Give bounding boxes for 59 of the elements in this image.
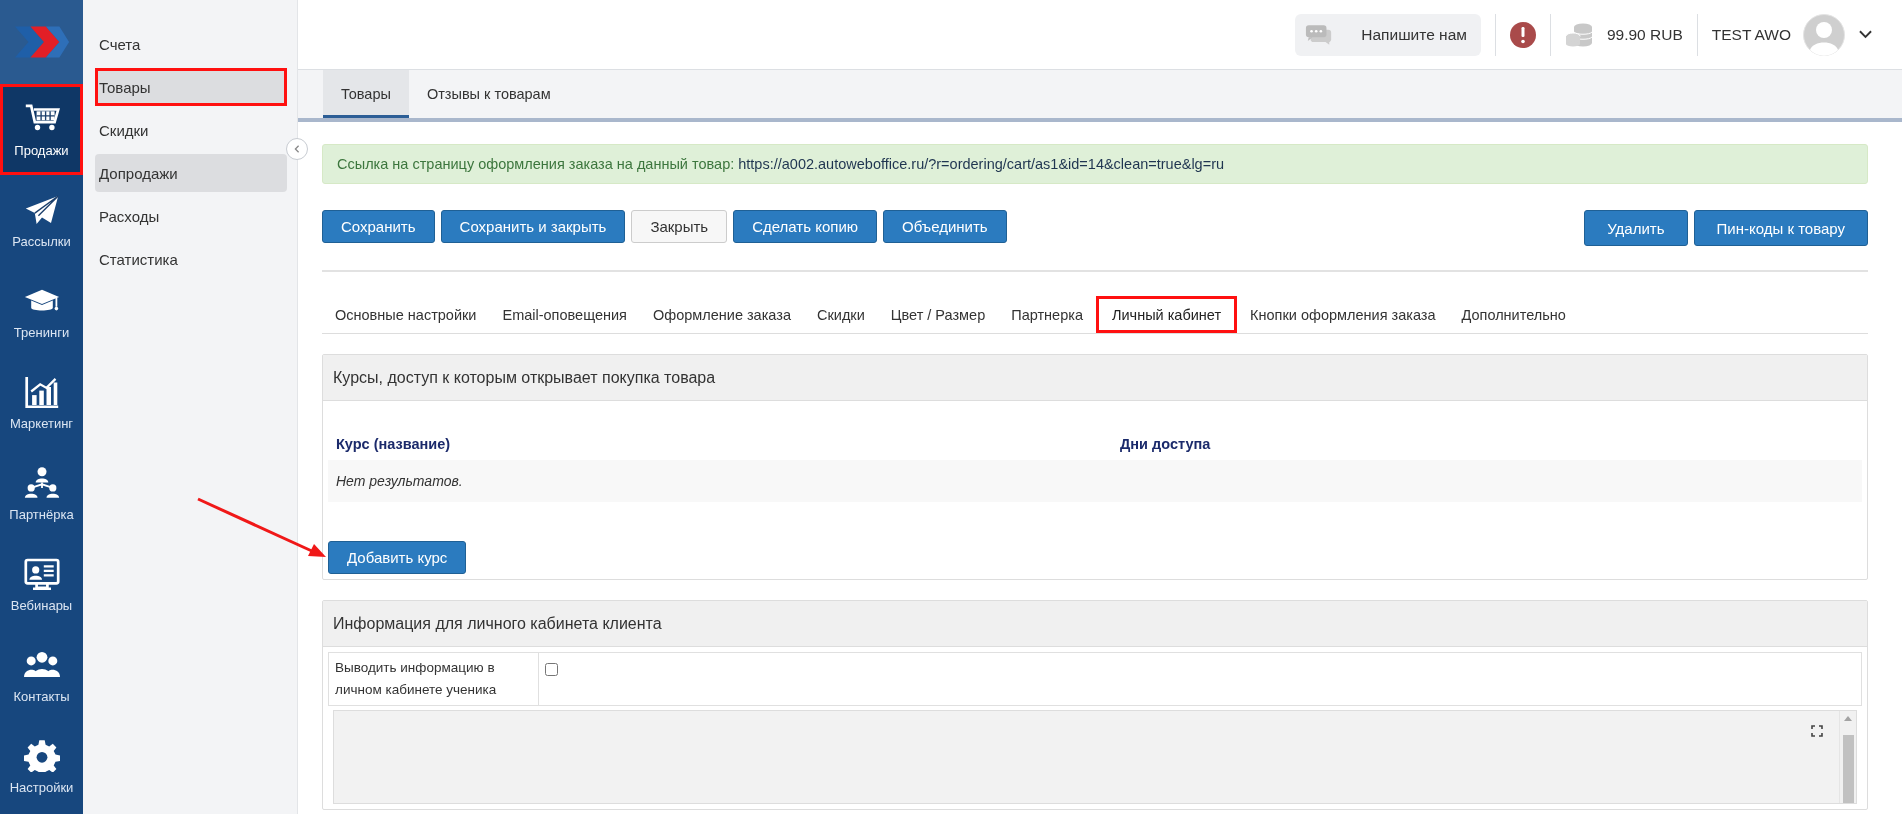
section-tab[interactable]: Оформление заказа [639, 296, 804, 333]
avatar-icon [1803, 13, 1845, 56]
nav-item[interactable]: Продажи [0, 84, 83, 175]
chevron-left-icon [293, 145, 301, 153]
scrollbar[interactable] [1839, 711, 1856, 803]
nav-item[interactable]: Контакты [0, 630, 83, 721]
settings-icon [23, 738, 60, 772]
add-course-button[interactable]: Добавить курс [328, 541, 467, 574]
empty-table-row: Нет результатов. [328, 460, 1862, 502]
section-tab[interactable]: Партнерка [998, 296, 1096, 333]
option-label: Выводить информацию в личном кабинете ученика [329, 653, 539, 705]
nav-item[interactable]: Тренинги [0, 266, 83, 357]
section-tab[interactable]: Личный кабинет [1095, 296, 1238, 333]
nav-item[interactable]: Маркетинг [0, 357, 83, 448]
action-button[interactable]: Сделать копию [733, 210, 878, 243]
scroll-up-icon [1844, 715, 1852, 721]
section-tab[interactable]: Основные настройки [322, 296, 490, 333]
column-header: Курс (название) [336, 436, 452, 452]
section-tab[interactable]: Дополнительно [1448, 296, 1579, 333]
action-button[interactable]: Объединить [883, 210, 1007, 243]
chat-bubbles-icon [1305, 24, 1334, 45]
page-tab[interactable]: Товары [323, 70, 409, 118]
submenu-item[interactable]: Расходы [95, 197, 287, 235]
section-tab[interactable]: Цвет / Размер [877, 296, 999, 333]
people-network-icon [23, 465, 60, 499]
submenu-item[interactable]: Допродажи [95, 154, 287, 192]
submenu-item[interactable]: Товары [95, 68, 287, 106]
action-button[interactable]: Пин-коды к товару [1693, 210, 1868, 246]
collapse-toggle[interactable] [286, 138, 308, 160]
order-page-link[interactable]: https://a002.autoweboffice.ru/?r=ordering/cart/as1&id=14&clean=true&lg=ru [738, 156, 1225, 172]
nav-item[interactable]: Настройки [0, 721, 83, 812]
action-button[interactable]: Закрыть [631, 210, 728, 243]
chat-button[interactable]: Напишите нам [1295, 13, 1481, 56]
order-link-alert: Ссылка на страницу оформления заказа на данный товар: https://a002.autoweboffice.ru/?r=ordering/cart/as1&id=14&clean=true&lg=ru [322, 144, 1868, 184]
balance-amount: 99.90 RUB [1606, 25, 1683, 44]
column-header: Дни доступа [1120, 436, 1212, 452]
presentation-screen-icon [23, 556, 60, 590]
panel-heading: Курсы, доступ к которым открывает покупка товара [323, 355, 1867, 401]
nav-item[interactable]: Вебинары [0, 539, 83, 630]
bar-chart-icon [23, 374, 60, 408]
action-button[interactable]: Сохранить [322, 210, 435, 243]
page-tab[interactable]: Отзывы к товарам [408, 70, 569, 118]
nav-item[interactable]: Партнёрка [0, 448, 83, 539]
action-button[interactable]: Сохранить и закрыть [440, 210, 626, 243]
coins-icon [1564, 22, 1593, 47]
alert-icon [1509, 21, 1536, 48]
section-tab[interactable]: Кнопки оформления заказа [1237, 296, 1449, 333]
fullscreen-icon [1811, 725, 1823, 737]
submenu-item[interactable]: Счета [95, 25, 287, 63]
checkbox[interactable] [545, 663, 558, 676]
panel-heading: Информация для личного кабинета клиента [323, 601, 1867, 647]
section-tab[interactable]: Скидки [803, 296, 878, 333]
user-name[interactable]: TEST AWO [1711, 25, 1791, 44]
submenu-item[interactable]: Скидки [95, 111, 287, 149]
section-tab[interactable]: Email-оповещения [489, 296, 640, 333]
nav-item[interactable]: Рассылки [0, 175, 83, 266]
chevron-down-icon [1859, 30, 1872, 39]
submenu-item[interactable]: Статистика [95, 240, 287, 278]
action-button[interactable]: Удалить [1584, 210, 1688, 246]
